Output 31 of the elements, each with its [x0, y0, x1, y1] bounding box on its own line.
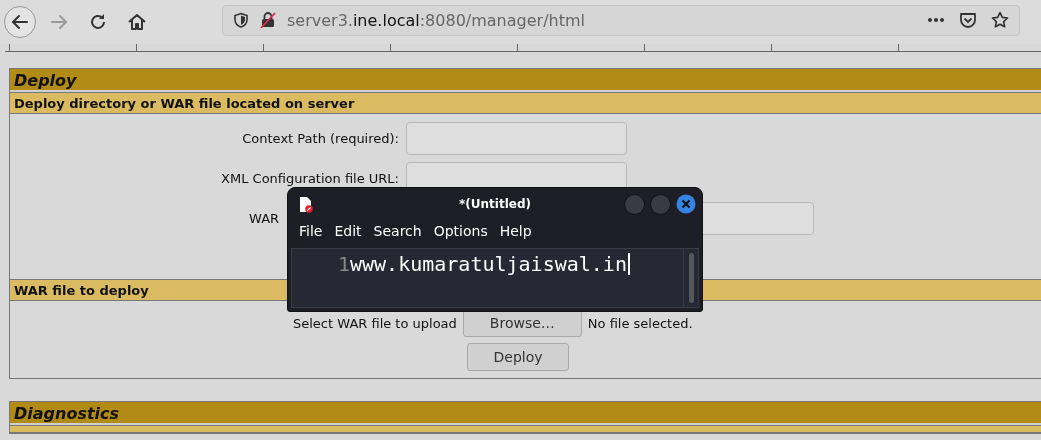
more-icon[interactable]: [927, 17, 945, 23]
address-bar[interactable]: server3.ine.local:8080/manager/html: [222, 4, 1020, 36]
input-field[interactable]: [406, 122, 627, 155]
section-header: Diagnostics: [10, 402, 1041, 425]
line-number: 1: [336, 252, 350, 276]
text-area[interactable]: 1www.kumaratuljaiswal.in: [291, 248, 699, 308]
field-label: WAR: [248, 211, 281, 226]
shield-icon[interactable]: [233, 12, 249, 28]
menu-item[interactable]: Options: [433, 223, 488, 245]
subsection-header: Deploy directory or WAR file located on server: [10, 92, 1041, 114]
star-icon[interactable]: [991, 11, 1009, 29]
document-icon: [299, 195, 313, 213]
scrollbar-thumb[interactable]: [688, 253, 694, 303]
back-button[interactable]: [4, 6, 36, 38]
menu-item[interactable]: Search: [373, 223, 422, 245]
pocket-icon[interactable]: [959, 12, 977, 28]
menu-item[interactable]: Help: [499, 223, 532, 245]
field-label: Context Path (required):: [241, 131, 399, 146]
section-header: Deploy: [10, 69, 1041, 92]
code-line: www.kumaratuljaiswal.in: [350, 252, 627, 276]
field-label: XML Configuration file URL:: [220, 171, 399, 186]
file-status: No file selected.: [587, 315, 693, 331]
deploy-button[interactable]: Deploy: [467, 343, 569, 371]
insecure-lock-icon[interactable]: [259, 11, 277, 29]
text-cursor: [627, 253, 630, 275]
menu-item[interactable]: Edit: [334, 223, 362, 245]
upload-label: Select WAR file to upload: [293, 315, 457, 331]
window-title: *(Untitled): [459, 197, 531, 211]
menu-item[interactable]: File: [299, 223, 323, 245]
close-icon[interactable]: [676, 194, 696, 214]
url-text: server3.ine.local:8080/manager/html: [287, 10, 585, 30]
